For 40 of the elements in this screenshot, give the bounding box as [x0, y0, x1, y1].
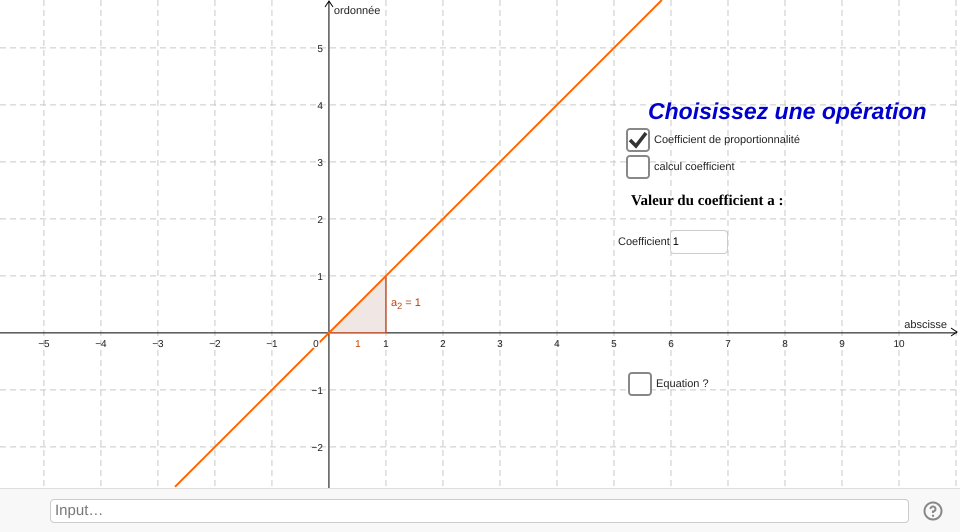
- checkbox-label: calcul coefficient: [654, 161, 735, 173]
- field-label: Coefficient: [618, 236, 670, 248]
- y-axis-label: ordonnée: [334, 5, 380, 17]
- x-tick-label: −1: [266, 338, 278, 350]
- checkbox[interactable]: [626, 155, 650, 179]
- x-tick-label: −3: [152, 338, 164, 350]
- x-tick-label: 9: [839, 338, 845, 350]
- checkbox-label: Coefficient de proportionnalité: [654, 134, 800, 146]
- slope-triangle: [327, 274, 387, 334]
- x-tick-label: 1: [383, 338, 389, 350]
- run-label: 1: [355, 338, 361, 350]
- x-tick-label: 3: [497, 338, 503, 350]
- x-tick-label: 4: [554, 338, 560, 350]
- x-tick-label: 6: [668, 338, 674, 350]
- x-tick-label: −4: [95, 338, 107, 350]
- y-tick-label: 3: [317, 158, 323, 169]
- x-tick-label: 5: [611, 338, 617, 350]
- x-tick-label: 7: [725, 338, 731, 350]
- y-tick-label: −1: [312, 386, 323, 397]
- panel-title: Choisissez une opération: [648, 98, 927, 125]
- checkbox[interactable]: [626, 128, 650, 152]
- x-axis-label: abscisse: [904, 318, 947, 331]
- y-tick-label: 1: [317, 272, 323, 283]
- y-tick-label: 2: [317, 214, 323, 226]
- y-tick-label: 5: [317, 44, 323, 55]
- checkmark-icon: [628, 131, 648, 149]
- coefficient-heading: Valeur du coefficient a :: [631, 193, 784, 210]
- help-icon[interactable]: [923, 500, 943, 520]
- x-tick-label: 2: [440, 338, 446, 350]
- y-tick-label: 4: [317, 100, 323, 112]
- coefficient-field[interactable]: 1: [670, 230, 728, 254]
- input-field[interactable]: Input…: [50, 498, 909, 522]
- checkbox[interactable]: [628, 372, 652, 396]
- x-tick-label: −5: [38, 338, 50, 350]
- x-tick-label: 8: [782, 338, 788, 350]
- checkbox-label: Equation ?: [656, 378, 709, 390]
- x-tick-label: 10: [893, 338, 905, 350]
- slope-label: a$_{2}$ = 1: [390, 296, 421, 312]
- x-tick-label: −2: [209, 338, 221, 350]
- y-tick-label: −2: [312, 442, 323, 454]
